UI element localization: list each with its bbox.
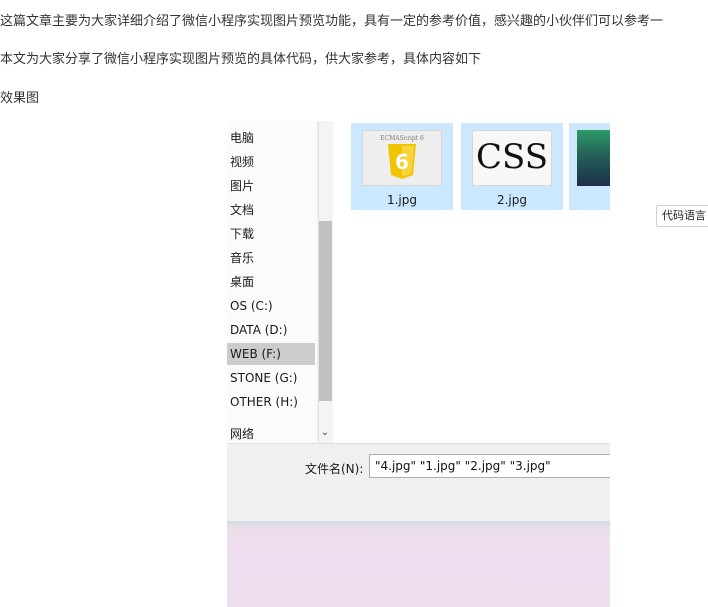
file-tile-2[interactable]: CSS 2.jpg <box>461 123 563 210</box>
nav-item-desktop[interactable]: 桌面 <box>227 271 315 293</box>
image-thumbnail <box>577 130 610 186</box>
thumb-caption: ECMAScript 6 <box>380 135 424 142</box>
nav-item-drive-g[interactable]: STONE (G:) <box>227 367 315 389</box>
filename-bar: 文件名(N): "4.jpg" "1.jpg" "2.jpg" "3.jpg" <box>227 443 610 522</box>
dialog-footer-area <box>227 521 610 607</box>
summary-paragraph: 本文为大家分享了微信小程序实现图片预览的具体代码，供大家参考，具体内容如下 <box>0 52 482 67</box>
nav-item-pictures[interactable]: 图片 <box>227 175 315 197</box>
nav-item-documents[interactable]: 文档 <box>227 199 315 221</box>
file-name-label: 2.jpg <box>496 193 528 207</box>
file-open-dialog-screenshot: 电脑 视频 图片 文档 下载 音乐 桌面 OS (C:) DATA (D:) W… <box>227 121 610 607</box>
nav-item-drive-h[interactable]: OTHER (H:) <box>227 391 315 413</box>
es6-thumbnail: ECMAScript 6 6 <box>362 130 442 186</box>
nav-item-downloads[interactable]: 下载 <box>227 223 315 245</box>
nav-scrollbar-thumb[interactable] <box>319 221 332 401</box>
chevron-down-icon[interactable]: ⌄ <box>318 425 332 441</box>
nav-item-network[interactable]: 网络 <box>227 423 315 445</box>
file-tile-3[interactable] <box>569 123 610 210</box>
es6-logo-icon: ECMAScript 6 6 <box>363 131 441 185</box>
es6-badge-text: 6 <box>395 150 409 174</box>
css-logo-text: CSS <box>475 137 548 177</box>
nav-item-music[interactable]: 音乐 <box>227 247 315 269</box>
file-list-pane: ECMAScript 6 6 1.jpg CSS 2.jpg <box>333 121 610 443</box>
intro-paragraph: 这篇文章主要为大家详细介绍了微信小程序实现图片预览功能，具有一定的参考价值，感兴… <box>0 14 664 29</box>
navigation-pane: 电脑 视频 图片 文档 下载 音乐 桌面 OS (C:) DATA (D:) W… <box>227 121 317 443</box>
nav-item-drive-c[interactable]: OS (C:) <box>227 295 315 317</box>
nav-item-videos[interactable]: 视频 <box>227 151 315 173</box>
code-language-button[interactable]: 代码语言 <box>656 205 708 227</box>
nav-item-computer[interactable]: 电脑 <box>227 127 315 149</box>
effect-heading: 效果图 <box>0 91 40 106</box>
nav-item-drive-f[interactable]: WEB (F:) <box>227 343 315 365</box>
filename-label: 文件名(N): <box>305 462 364 476</box>
filename-input[interactable]: "4.jpg" "1.jpg" "2.jpg" "3.jpg" <box>369 454 610 478</box>
file-tile-1[interactable]: ECMAScript 6 6 1.jpg <box>351 123 453 210</box>
css-thumbnail: CSS <box>472 130 552 186</box>
file-name-label: 1.jpg <box>386 193 418 207</box>
nav-item-drive-d[interactable]: DATA (D:) <box>227 319 315 341</box>
